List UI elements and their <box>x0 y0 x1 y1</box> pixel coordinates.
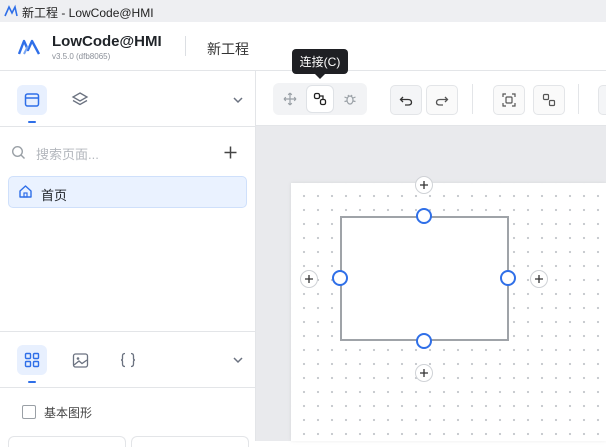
page-item-label: 首页 <box>41 188 68 203</box>
tool-mode-group <box>273 83 367 115</box>
canvas-overlay <box>300 176 548 382</box>
connect-tooltip: 连接(C) <box>292 49 348 79</box>
page-icon <box>24 93 40 107</box>
panel-divider <box>0 126 255 127</box>
code-braces-icon <box>120 352 136 368</box>
component-card[interactable] <box>131 436 249 447</box>
window-title: 新工程 - LowCode@HMI <box>22 6 154 20</box>
add-node-right-button <box>530 270 548 288</box>
debug-tool-button[interactable] <box>337 86 363 112</box>
add-node-bottom-button <box>415 364 433 382</box>
connect-icon <box>313 92 327 106</box>
image-icon <box>72 352 88 368</box>
editor-toolbar <box>256 71 606 126</box>
anchor-handle-left <box>332 270 348 286</box>
component-card[interactable] <box>8 436 126 447</box>
tab-pages[interactable] <box>17 85 47 123</box>
group-checkbox[interactable] <box>22 405 36 419</box>
tab-code[interactable] <box>113 345 143 375</box>
add-page-icon[interactable] <box>223 145 238 160</box>
redo-icon <box>435 96 449 106</box>
project-name[interactable]: 新工程 <box>207 39 249 59</box>
redo-button[interactable] <box>426 85 458 115</box>
panel-divider <box>0 331 255 332</box>
page-item-home[interactable]: 首页 <box>8 176 247 208</box>
ungroup-button[interactable] <box>533 85 565 115</box>
left-panel: 搜索页面... 首页 基本图形 <box>0 71 256 447</box>
toolbar-button-partial[interactable] <box>598 85 606 115</box>
anchor-handle-right <box>500 270 516 286</box>
brand-logo-icon <box>18 39 40 55</box>
undo-button[interactable] <box>390 85 422 115</box>
ungroup-icon <box>542 93 556 107</box>
group-icon <box>502 93 516 107</box>
move-icon <box>283 92 297 106</box>
add-node-left-button <box>300 270 318 288</box>
chevron-down-icon[interactable] <box>232 94 244 106</box>
anchor-handle-bottom <box>416 333 432 349</box>
toolbar-divider <box>578 84 579 114</box>
home-icon <box>19 185 32 198</box>
component-group-label: 基本图形 <box>44 406 93 420</box>
version-label: v3.5.0 (dfb8065) <box>52 52 111 61</box>
search-input[interactable]: 搜索页面... <box>36 144 99 163</box>
add-node-top-button <box>415 176 433 194</box>
grid-icon <box>24 352 40 368</box>
group-button[interactable] <box>493 85 525 115</box>
window-title-bar: 新工程 - LowCode@HMI <box>0 0 606 22</box>
panel-divider <box>0 387 255 388</box>
brand-name: LowCode@HMI <box>52 33 162 50</box>
connect-tool-button[interactable] <box>307 86 333 112</box>
search-icon <box>11 145 25 159</box>
layers-icon <box>71 92 89 106</box>
tab-images[interactable] <box>65 345 95 375</box>
toolbar-divider <box>472 84 473 114</box>
bug-icon <box>344 94 356 105</box>
undo-icon <box>399 96 413 106</box>
chevron-down-icon[interactable] <box>232 354 244 366</box>
app-logo-icon <box>4 4 18 17</box>
tab-layers[interactable] <box>65 85 95 115</box>
header-divider <box>185 36 186 56</box>
tab-components[interactable] <box>17 345 47 383</box>
move-tool-button[interactable] <box>277 86 303 112</box>
rectangle-shape <box>340 216 509 341</box>
anchor-handle-top <box>416 208 432 224</box>
